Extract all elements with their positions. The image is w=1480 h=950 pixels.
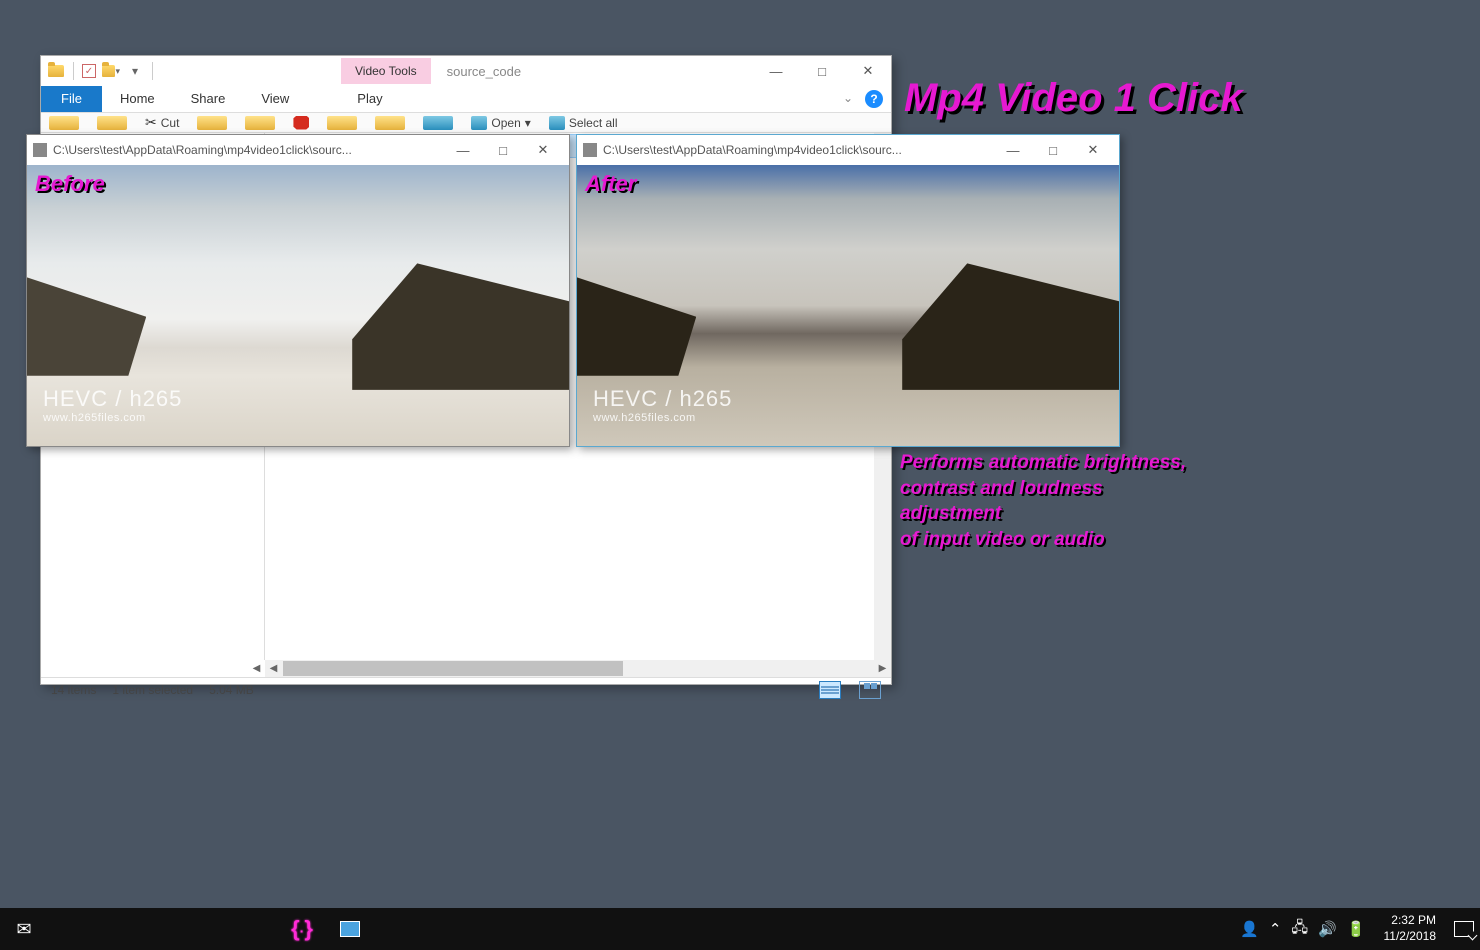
tab-home[interactable]: Home: [102, 86, 173, 112]
scroll-left-icon[interactable]: ◀: [248, 660, 265, 677]
moveto-button[interactable]: [197, 116, 227, 130]
pin-button[interactable]: [49, 116, 79, 130]
taskbar: ✉ {·} 👤 ⌃ 🖧 🔊 🔋 2:32 PM 11/2/2018: [0, 908, 1480, 950]
after-label: After: [585, 171, 636, 197]
video-area[interactable]: Before HEVC / h265 www.h265files.com: [27, 165, 569, 446]
selectall-button[interactable]: Select all: [549, 116, 618, 130]
quick-access-toolbar: ✓ ▾ ▾: [41, 62, 161, 80]
app-icon: [583, 143, 597, 157]
details-view-button[interactable]: [819, 681, 841, 699]
checkbox-icon[interactable]: ✓: [82, 64, 96, 78]
notifications-icon[interactable]: [1454, 921, 1474, 937]
close-button[interactable]: ✕: [523, 136, 563, 164]
video-window-before: C:\Users\test\AppData\Roaming\mp4video1c…: [26, 134, 570, 447]
dropdown-icon[interactable]: ▾: [126, 62, 144, 80]
minimize-button[interactable]: —: [753, 57, 799, 85]
description: Performs automatic brightness,contrast a…: [900, 450, 1320, 553]
size-label: 5.04 MB: [209, 683, 254, 697]
headline: Mp4 Video 1 Click: [904, 76, 1243, 121]
folder-icon[interactable]: ▾: [102, 62, 120, 80]
scroll-thumb[interactable]: [283, 661, 623, 676]
folder-icon: [47, 62, 65, 80]
desc-line: of input video or audio: [900, 527, 1320, 553]
window-controls: — □ ✕: [753, 57, 891, 85]
watermark: HEVC / h265 www.h265files.com: [593, 386, 732, 424]
desc-line: adjustment: [900, 501, 1320, 527]
app-icon: [33, 143, 47, 157]
titlebar[interactable]: C:\Users\test\AppData\Roaming\mp4video1c…: [577, 135, 1119, 165]
people-icon[interactable]: 👤: [1240, 920, 1259, 938]
tab-share[interactable]: Share: [173, 86, 244, 112]
properties-button[interactable]: [423, 116, 453, 130]
minimize-button[interactable]: —: [993, 136, 1033, 164]
before-label: Before: [35, 171, 105, 197]
watermark-codec: HEVC / h265: [43, 386, 182, 412]
rename-button[interactable]: [327, 116, 357, 130]
scroll-right-icon[interactable]: ▶: [874, 660, 891, 677]
context-tab-video-tools[interactable]: Video Tools: [341, 58, 431, 84]
clock[interactable]: 2:32 PM 11/2/2018: [1376, 913, 1445, 944]
window-title-path: C:\Users\test\AppData\Roaming\mp4video1c…: [53, 143, 443, 157]
ribbon-tabs: File Home Share View Play ⌄ ?: [41, 86, 891, 113]
copyto-button[interactable]: [245, 116, 275, 130]
help-icon[interactable]: ?: [865, 90, 883, 108]
delete-button[interactable]: [293, 116, 309, 130]
watermark: HEVC / h265 www.h265files.com: [43, 386, 182, 424]
clock-time: 2:32 PM: [1384, 913, 1437, 929]
watermark-url: www.h265files.com: [43, 412, 182, 424]
mail-icon[interactable]: ✉: [0, 908, 48, 950]
separator: [73, 62, 74, 80]
system-tray: 👤 ⌃ 🖧 🔊 🔋 2:32 PM 11/2/2018: [1240, 913, 1480, 944]
newfolder-button[interactable]: [375, 116, 405, 130]
status-bar: 14 items 1 item selected 5.04 MB: [41, 677, 891, 701]
tray-chevron-icon[interactable]: ⌃: [1269, 920, 1282, 938]
watermark-codec: HEVC / h265: [593, 386, 732, 412]
tab-file[interactable]: File: [41, 86, 102, 112]
maximize-button[interactable]: □: [1033, 136, 1073, 164]
desc-line: contrast and loudness: [900, 476, 1320, 502]
window-title-path: C:\Users\test\AppData\Roaming\mp4video1c…: [603, 143, 993, 157]
desc-line: Performs automatic brightness,: [900, 450, 1320, 476]
close-button[interactable]: ✕: [845, 57, 891, 85]
window-title: source_code: [447, 64, 521, 79]
video-area[interactable]: After HEVC / h265 www.h265files.com: [577, 165, 1119, 446]
titlebar[interactable]: C:\Users\test\AppData\Roaming\mp4video1c…: [27, 135, 569, 165]
tab-play[interactable]: Play: [339, 86, 400, 112]
copy-button[interactable]: [97, 116, 127, 130]
explorer-titlebar[interactable]: ✓ ▾ ▾ Video Tools source_code — □ ✕: [41, 56, 891, 86]
open-button[interactable]: Open▾: [471, 116, 530, 130]
selection-label: 1 item selected: [112, 683, 193, 697]
tab-view[interactable]: View: [243, 86, 307, 112]
clock-date: 11/2/2018: [1384, 929, 1437, 945]
minimize-button[interactable]: —: [443, 136, 483, 164]
watermark-url: www.h265files.com: [593, 412, 732, 424]
volume-icon[interactable]: 🔊: [1318, 920, 1337, 938]
separator: [152, 62, 153, 80]
taskbar-app-window[interactable]: [326, 908, 374, 950]
collapse-ribbon-icon[interactable]: ⌄: [835, 86, 861, 112]
network-icon[interactable]: 🖧: [1291, 917, 1308, 942]
scroll-left-icon[interactable]: ◀: [265, 660, 282, 677]
item-count-label: 14 items: [51, 683, 96, 697]
battery-icon[interactable]: 🔋: [1347, 920, 1366, 938]
cut-button[interactable]: ✂Cut: [145, 114, 179, 131]
horizontal-scrollbar[interactable]: ◀ ▶: [265, 660, 891, 677]
maximize-button[interactable]: □: [799, 57, 845, 85]
maximize-button[interactable]: □: [483, 136, 523, 164]
ribbon-body: ✂Cut Open▾ Select all: [41, 113, 891, 133]
close-button[interactable]: ✕: [1073, 136, 1113, 164]
video-window-after: C:\Users\test\AppData\Roaming\mp4video1c…: [576, 134, 1120, 447]
thumbnails-view-button[interactable]: [859, 681, 881, 699]
taskbar-app-brackets[interactable]: {·}: [278, 908, 326, 950]
